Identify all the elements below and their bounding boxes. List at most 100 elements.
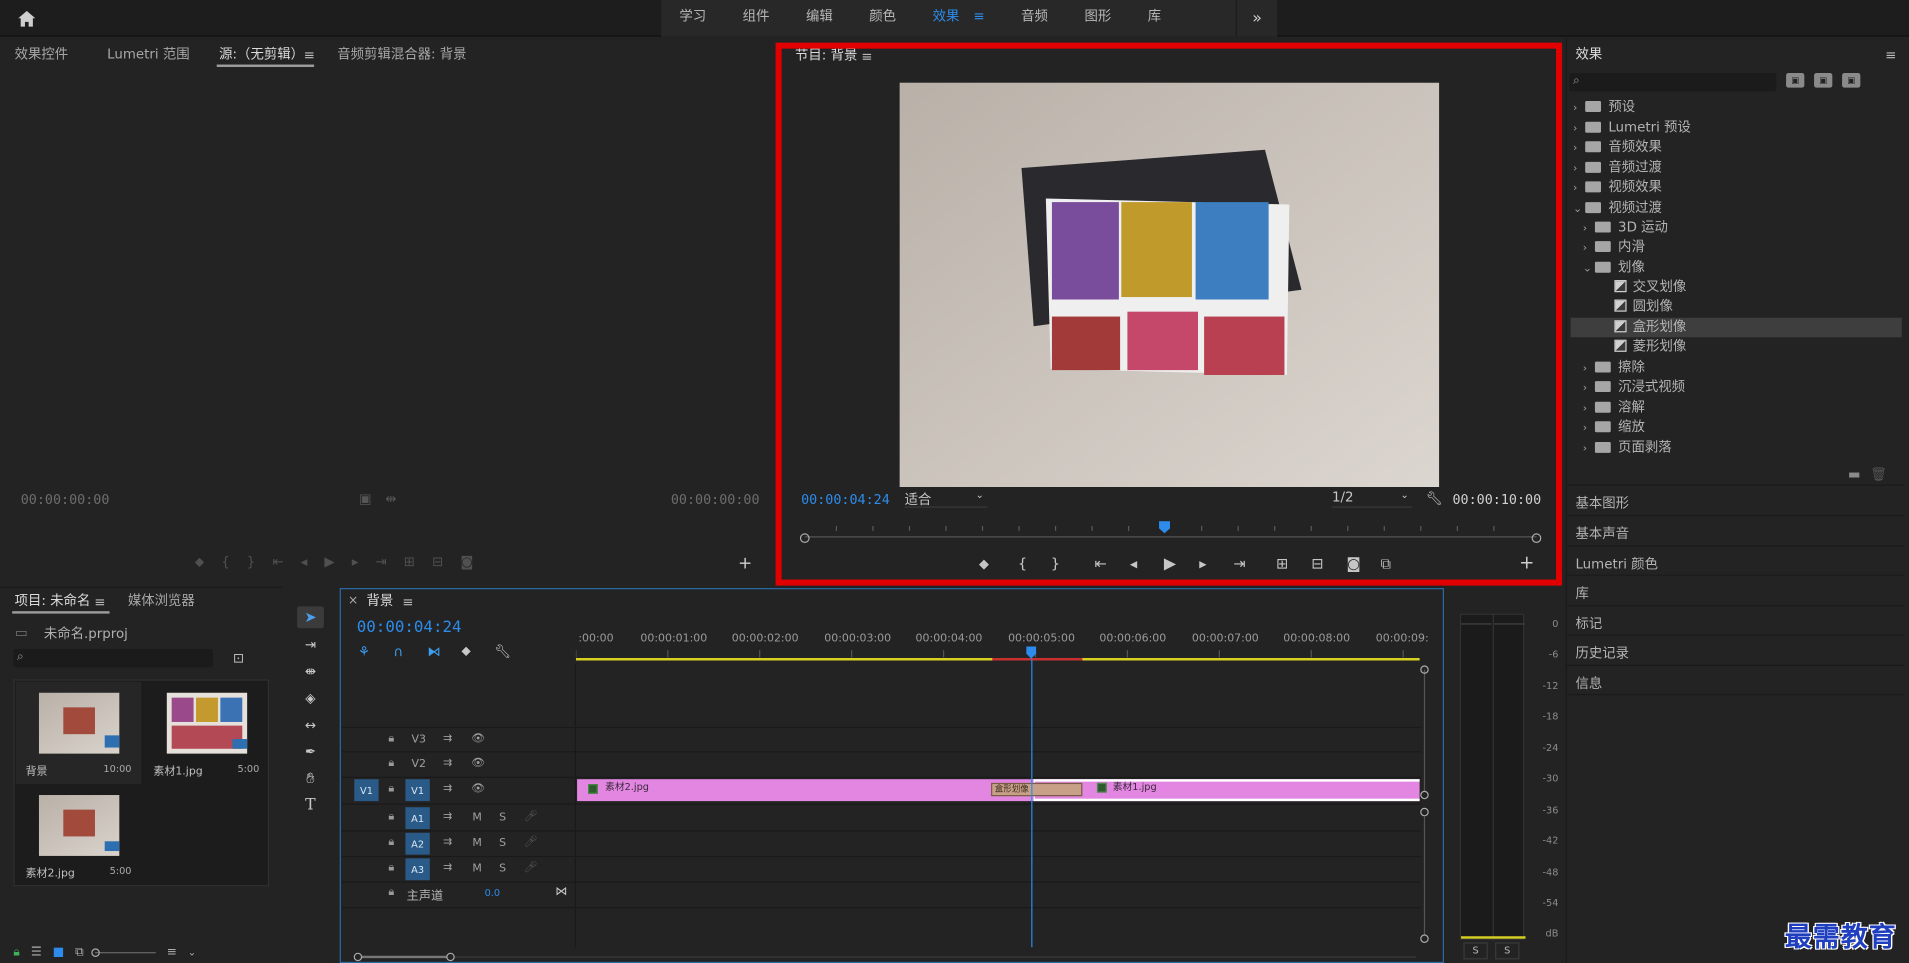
microphone-icon[interactable]: 🎤︎	[524, 811, 538, 823]
mute-button[interactable]: M	[472, 812, 481, 824]
lock-icon[interactable]: 🔒︎	[388, 836, 394, 848]
lock-icon[interactable]: 🔒︎	[388, 733, 394, 745]
track-target-a3[interactable]: A3	[405, 858, 430, 881]
tree-item-zoom[interactable]: › 缩放	[1571, 418, 1902, 437]
tree-item-audio-effects[interactable]: › 音频效果	[1571, 138, 1902, 157]
go-to-next-edit-icon[interactable]: ⋈	[555, 885, 567, 898]
horizontal-scrollbar[interactable]	[353, 950, 1418, 962]
find-icon[interactable]: ⊡	[231, 651, 246, 664]
playhead-line[interactable]	[1031, 658, 1033, 948]
tree-item-presets[interactable]: › 预设	[1571, 97, 1902, 116]
solo-button[interactable]: S	[499, 812, 506, 824]
track-target-a2[interactable]: A2	[405, 832, 430, 855]
lock-icon[interactable]: 🔒︎	[388, 886, 394, 898]
timeline-timecode[interactable]: 00:00:04:24	[357, 618, 462, 636]
snap-icon[interactable]: ∩	[393, 643, 427, 659]
source-patch-v1[interactable]: V1	[354, 779, 379, 802]
workspace-editing[interactable]: 编辑	[788, 0, 851, 37]
sync-lock-icon[interactable]: ⇉	[443, 783, 452, 795]
workspace-color[interactable]: 颜色	[851, 0, 914, 37]
track-target-v1[interactable]: V1	[405, 779, 430, 802]
track-select-tool-icon[interactable]: ⇥	[297, 633, 324, 655]
tree-item-dissolve[interactable]: › 溶解	[1571, 398, 1902, 417]
workspace-learn[interactable]: 学习	[661, 0, 724, 37]
ripple-edit-tool-icon[interactable]: ⇼	[297, 660, 324, 682]
play-icon[interactable]: ▶	[324, 554, 334, 573]
lock-icon[interactable]: 🔒︎	[13, 946, 19, 959]
yuv-effects-icon[interactable]: ▣	[1842, 73, 1861, 88]
microphone-icon[interactable]: 🎤︎	[524, 862, 538, 874]
solo-right-button[interactable]: S	[1495, 942, 1520, 960]
home-icon[interactable]	[15, 6, 39, 30]
tab-source[interactable]: 源:（无剪辑）	[219, 46, 304, 63]
effects-search-input[interactable]: ⌕	[1569, 73, 1777, 92]
workspace-effects[interactable]: 效果 ≡	[914, 0, 1003, 37]
more-workspaces-icon[interactable]: »	[1235, 0, 1278, 37]
tree-item-slide[interactable]: › 内滑	[1571, 237, 1902, 256]
trash-icon[interactable]: 🗑︎	[1870, 466, 1887, 481]
sort-icon[interactable]: ≡	[167, 946, 177, 959]
export-frame-icon[interactable]: ◙	[460, 554, 473, 573]
section-info[interactable]: 信息	[1575, 673, 1602, 692]
type-tool-icon[interactable]: T	[297, 794, 324, 816]
slip-tool-icon[interactable]: ↔	[297, 713, 324, 735]
track-label[interactable]: V3	[412, 734, 426, 746]
accelerated-effects-icon[interactable]: ▣	[1786, 73, 1805, 88]
lock-icon[interactable]: 🔒︎	[388, 811, 394, 823]
panel-menu-icon[interactable]: ≡	[402, 594, 414, 609]
list-view-icon[interactable]: ☰	[31, 946, 42, 959]
eye-icon[interactable]: 👁︎	[471, 757, 485, 769]
tree-item-iris-box[interactable]: 盒形划像	[1570, 317, 1902, 338]
tree-item-lumetri-presets[interactable]: › Lumetri 预设	[1571, 118, 1902, 137]
tree-item-video-effects[interactable]: › 视频效果	[1571, 178, 1902, 197]
icon-view-icon[interactable]: ■	[53, 946, 65, 959]
workspace-audio[interactable]: 音频	[1003, 0, 1066, 37]
razor-tool-icon[interactable]: ◈	[297, 687, 324, 709]
track-target-a1[interactable]: A1	[405, 807, 430, 830]
lock-icon[interactable]: 🔒︎	[388, 862, 394, 874]
microphone-icon[interactable]: 🎤︎	[524, 836, 538, 848]
nest-icon[interactable]: ⚘	[358, 643, 393, 659]
project-item-sequence[interactable]: 背景 10:00	[15, 681, 142, 785]
hand-tool-icon[interactable]: ✋︎	[297, 767, 324, 789]
transition-box-iris[interactable]: 盒形划像	[991, 782, 1083, 797]
new-folder-icon[interactable]: ▬	[1847, 467, 1862, 480]
tab-lumetri-scopes[interactable]: Lumetri 范围	[107, 46, 190, 63]
wrench-icon[interactable]: 🔧︎	[494, 643, 511, 659]
section-essential-graphics[interactable]: 基本图形	[1575, 493, 1629, 512]
add-button-icon[interactable]: +	[738, 555, 753, 572]
section-history[interactable]: 历史记录	[1575, 643, 1629, 662]
chevron-down-icon[interactable]: ⌄	[188, 947, 196, 958]
tab-project[interactable]: 项目: 未命名	[15, 593, 91, 610]
mark-in-icon[interactable]: {	[221, 554, 230, 573]
project-search-input[interactable]: ⌕	[13, 648, 214, 668]
vertical-scrollbar[interactable]	[1420, 665, 1430, 945]
panel-menu-icon[interactable]: ≡	[1885, 47, 1897, 62]
sync-lock-icon[interactable]: ⇉	[443, 862, 452, 874]
solo-left-button[interactable]: S	[1463, 942, 1488, 960]
workspace-graphics[interactable]: 图形	[1066, 0, 1129, 37]
panel-menu-icon[interactable]: ≡	[94, 594, 106, 609]
project-item-image2[interactable]: 素材2.jpg 5:00	[16, 787, 141, 884]
lock-icon[interactable]: 🔒︎	[388, 783, 394, 795]
tree-item-immersive-video[interactable]: › 沉浸式视频	[1571, 377, 1902, 396]
tab-media-browser[interactable]: 媒体浏览器	[128, 593, 195, 610]
sync-lock-icon[interactable]: ⇉	[443, 811, 452, 823]
solo-button[interactable]: S	[499, 838, 506, 850]
sync-lock-icon[interactable]: ⇉	[443, 733, 452, 745]
32bit-effects-icon[interactable]: ▣	[1814, 73, 1833, 88]
mark-out-icon[interactable]: }	[247, 554, 256, 573]
zoom-slider[interactable]	[91, 948, 156, 957]
source-playhead-timecode[interactable]: 00:00:00:00	[21, 492, 110, 508]
clip-image1[interactable]: 素材1.jpg	[1033, 779, 1420, 802]
tab-sequence[interactable]: 背景	[366, 593, 393, 610]
tree-item-iris-diamond[interactable]: 菱形划像	[1571, 337, 1902, 356]
workspace-assembly[interactable]: 组件	[724, 0, 787, 37]
tree-item-iris-round[interactable]: 圆划像	[1571, 297, 1902, 316]
tree-item-3d-motion[interactable]: › 3D 运动	[1571, 218, 1902, 237]
section-markers[interactable]: 标记	[1575, 614, 1602, 633]
add-marker-icon[interactable]: ⬥	[461, 643, 494, 660]
menu-icon[interactable]: ≡	[973, 9, 984, 25]
step-forward-icon[interactable]: ▸	[352, 554, 359, 573]
freeform-view-icon[interactable]: ⧉	[75, 946, 84, 959]
